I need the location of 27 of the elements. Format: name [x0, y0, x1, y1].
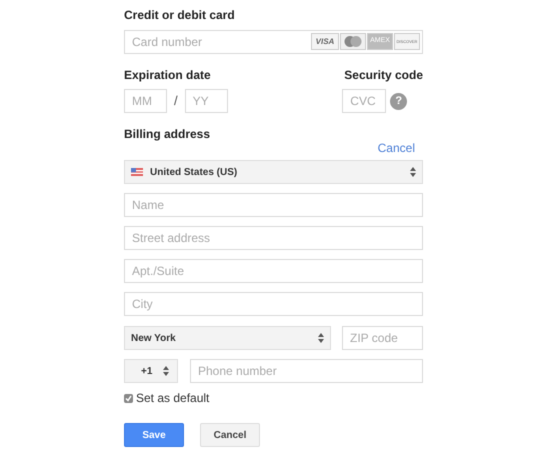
field-label: Expiration date [124, 68, 212, 82]
address-field[interactable]: Name [124, 193, 423, 217]
section-title: Credit or debit card [124, 8, 236, 22]
year-field[interactable]: YY [184, 89, 228, 113]
phone-code-select[interactable]: +1 [124, 359, 178, 383]
cancel-button[interactable]: Cancel [200, 423, 260, 447]
updown-icon [163, 366, 169, 376]
address-field[interactable]: City [124, 292, 423, 316]
phone-field[interactable]: Phone number [190, 359, 423, 383]
date-separator: / [174, 92, 178, 110]
month-field[interactable]: MM [124, 89, 167, 113]
card-logo [340, 33, 366, 50]
checkbox-label: Set as default [136, 390, 210, 407]
zip-field[interactable]: ZIP code [342, 326, 423, 350]
cvc-field[interactable]: CVC [342, 89, 386, 113]
country-select[interactable]: United States (US) [124, 160, 423, 184]
address-field[interactable]: Street address [124, 226, 423, 250]
state-select[interactable]: New York [124, 326, 331, 350]
updown-icon [318, 333, 324, 343]
updown-icon [410, 167, 416, 177]
address-field[interactable]: Apt./Suite [124, 259, 423, 283]
cancel-link[interactable]: Cancel [378, 141, 415, 155]
section-title: Billing address [124, 127, 212, 141]
field-label: Security code [344, 68, 423, 82]
card-logo: VISA [311, 33, 339, 50]
flag-icon [131, 168, 143, 176]
checkbox[interactable] [124, 394, 133, 402]
